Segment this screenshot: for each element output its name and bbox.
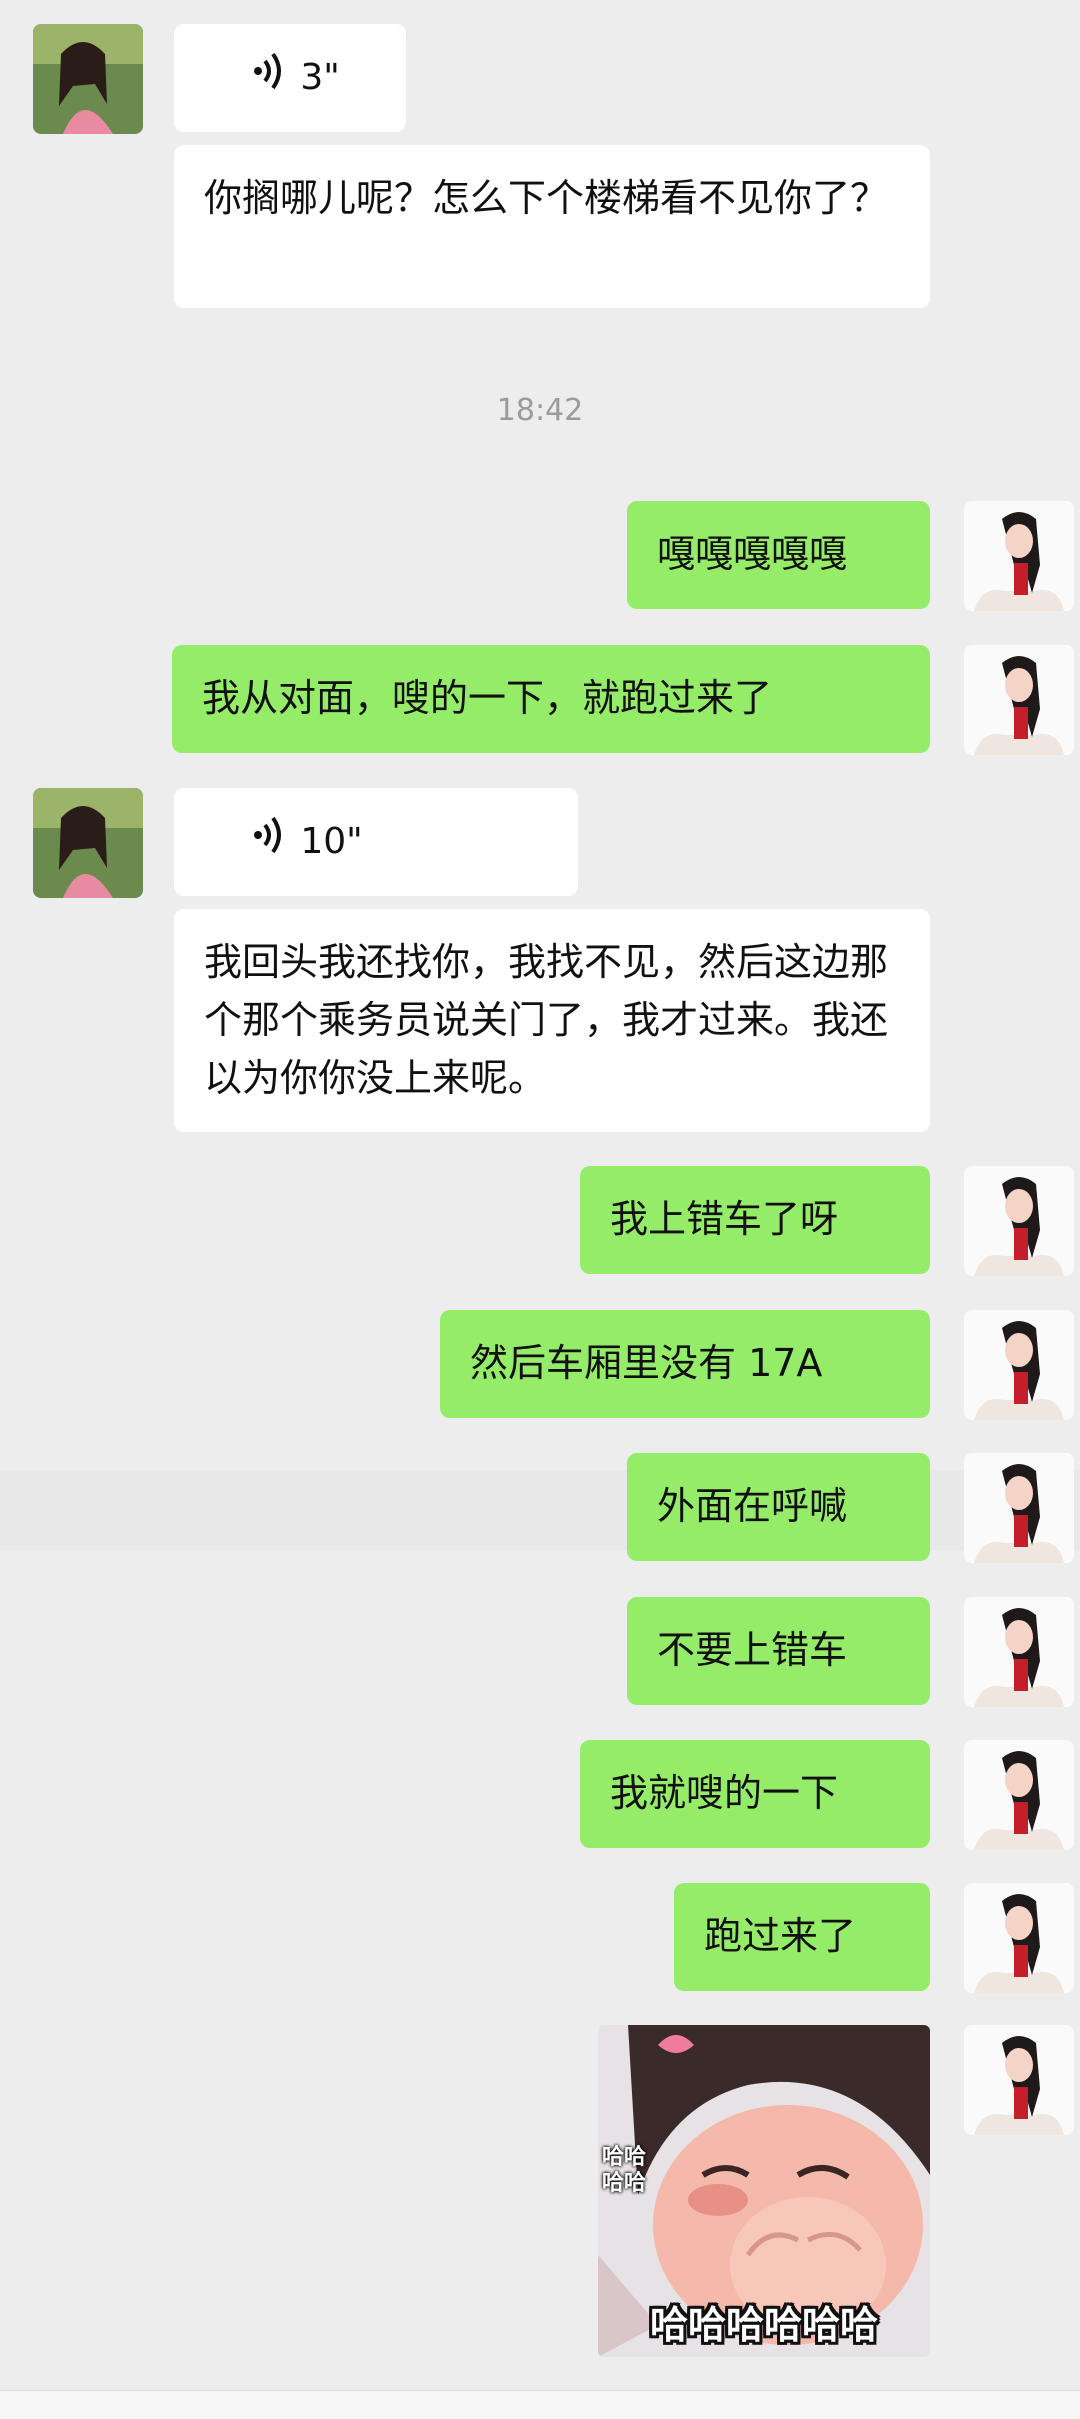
- sticker-side-text: 哈哈哈哈: [602, 2145, 647, 2196]
- laughing-girl-sticker[interactable]: 哈哈哈哈哈哈 哈哈哈哈: [598, 2025, 930, 2357]
- voice-duration: 10": [300, 821, 363, 862]
- my-avatar[interactable]: [964, 1883, 1074, 1993]
- my-avatar[interactable]: [964, 2025, 1074, 2135]
- voice-message-bubble[interactable]: 3": [174, 24, 406, 132]
- outgoing-text-bubble[interactable]: 不要上错车: [627, 1597, 930, 1705]
- voice-wave-icon: [204, 755, 286, 929]
- outgoing-text-bubble[interactable]: 跑过来了: [674, 1883, 930, 1991]
- sticker-caption: 哈哈哈哈哈哈: [649, 2303, 878, 2347]
- my-avatar[interactable]: [964, 1740, 1074, 1850]
- my-avatar[interactable]: [964, 501, 1074, 611]
- incoming-text-bubble[interactable]: 你搁哪儿呢？怎么下个楼梯看不见你了？: [174, 145, 930, 308]
- my-avatar[interactable]: [964, 1453, 1074, 1563]
- contact-avatar[interactable]: [33, 788, 143, 898]
- voice-message-bubble[interactable]: 10": [174, 788, 578, 896]
- my-avatar[interactable]: [964, 1310, 1074, 1420]
- my-avatar[interactable]: [964, 1597, 1074, 1707]
- outgoing-text-bubble[interactable]: 我就嗖的一下: [580, 1740, 930, 1848]
- my-avatar[interactable]: [964, 1166, 1074, 1276]
- voice-wave-icon: [204, 0, 286, 165]
- timestamp: 18:42: [496, 393, 584, 428]
- outgoing-text-bubble[interactable]: 我上错车了呀: [580, 1166, 930, 1274]
- outgoing-text-bubble[interactable]: 然后车厢里没有 17A: [440, 1310, 930, 1418]
- my-avatar[interactable]: [964, 645, 1074, 755]
- outgoing-text-bubble[interactable]: 外面在呼喊: [627, 1453, 930, 1561]
- input-bar-edge: [0, 2390, 1080, 2419]
- incoming-text-bubble[interactable]: 我回头我还找你，我找不见，然后这边那个那个乘务员说关门了，我才过来。我还以为你你…: [174, 909, 930, 1132]
- outgoing-text-bubble[interactable]: 嘎嘎嘎嘎嘎: [627, 501, 930, 609]
- contact-avatar[interactable]: [33, 24, 143, 134]
- voice-duration: 3": [300, 57, 340, 98]
- outgoing-text-bubble[interactable]: 我从对面，嗖的一下，就跑过来了: [172, 645, 930, 753]
